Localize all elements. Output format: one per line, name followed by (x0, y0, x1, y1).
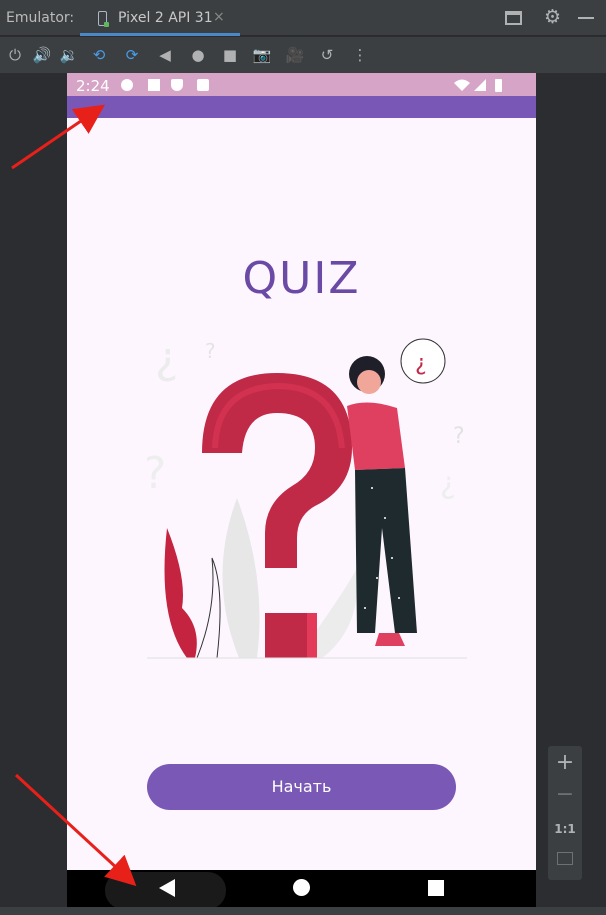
svg-text:¿: ¿ (155, 333, 178, 384)
status-bar: 2:24 (67, 73, 536, 96)
shield-status-icon (171, 79, 183, 91)
video-icon[interactable]: 🎥 (285, 45, 305, 65)
emulator-titlebar: Emulator: Pixel 2 API 31 × ⚙ (0, 0, 606, 36)
start-button[interactable]: Начать (147, 764, 456, 810)
nav-back-icon[interactable] (159, 879, 175, 897)
volume-up-icon[interactable]: 🔊 (32, 45, 52, 65)
camera-icon[interactable]: 📷 (252, 45, 272, 65)
nav-home-icon[interactable] (293, 879, 310, 896)
phone-icon (98, 11, 109, 27)
zoom-in-button[interactable]: + (548, 750, 582, 775)
home-icon[interactable]: ● (188, 45, 208, 65)
gear-icon[interactable]: ⚙ (544, 6, 561, 28)
nav-recents-icon[interactable] (428, 880, 444, 896)
sd-card-status-icon (197, 79, 209, 91)
back-icon[interactable]: ◀ (155, 45, 175, 65)
emulator-toolbar: ⏻ 🔊 🔉 ⟲ ⟳ ◀ ● ■ 📷 🎥 ↺ ⋮ (0, 37, 606, 73)
overview-icon[interactable]: ■ (220, 45, 240, 65)
signal-icons (454, 79, 502, 92)
rotate-left-icon[interactable]: ⟲ (89, 45, 109, 65)
device-screen: 2:24 QUIZ ¿ ? ? ? ¿ (67, 73, 536, 909)
emulator-label: Emulator: (6, 10, 75, 26)
tab-active-indicator (80, 33, 240, 36)
svg-text:?: ? (453, 424, 465, 449)
volume-down-icon[interactable]: 🔉 (59, 45, 79, 65)
tab-device-label: Pixel 2 API 31 (118, 10, 213, 26)
zoom-panel: + − 1:1 (548, 746, 582, 880)
minimize-icon[interactable] (578, 17, 594, 19)
tab-close-button[interactable]: × (213, 9, 225, 25)
tab-device[interactable]: Pixel 2 API 31 × (80, 0, 240, 36)
zoom-out-button[interactable]: − (548, 782, 582, 807)
svg-text:?: ? (147, 448, 166, 499)
window-mode-icon[interactable] (505, 11, 522, 25)
more-icon[interactable]: ⋮ (350, 45, 370, 65)
svg-text:¿: ¿ (440, 466, 456, 501)
status-time: 2:24 (76, 77, 110, 95)
page-title: QUIZ (242, 253, 361, 304)
app-bar (67, 96, 536, 118)
settings-status-icon (121, 79, 133, 91)
zoom-one-to-one-button[interactable]: 1:1 (548, 822, 582, 836)
zoom-fit-icon[interactable] (557, 852, 573, 865)
quiz-illustration: ¿ ? ? ? ¿ ¿ (147, 333, 467, 659)
snapshot-icon[interactable]: ↺ (317, 45, 337, 65)
rotate-right-icon[interactable]: ⟳ (122, 45, 142, 65)
svg-text:¿: ¿ (415, 351, 427, 376)
power-icon[interactable]: ⏻ (5, 45, 25, 65)
bottom-bar (0, 907, 606, 915)
svg-text:?: ? (205, 339, 216, 363)
a-status-icon (148, 79, 160, 91)
system-nav-bar (67, 870, 536, 909)
